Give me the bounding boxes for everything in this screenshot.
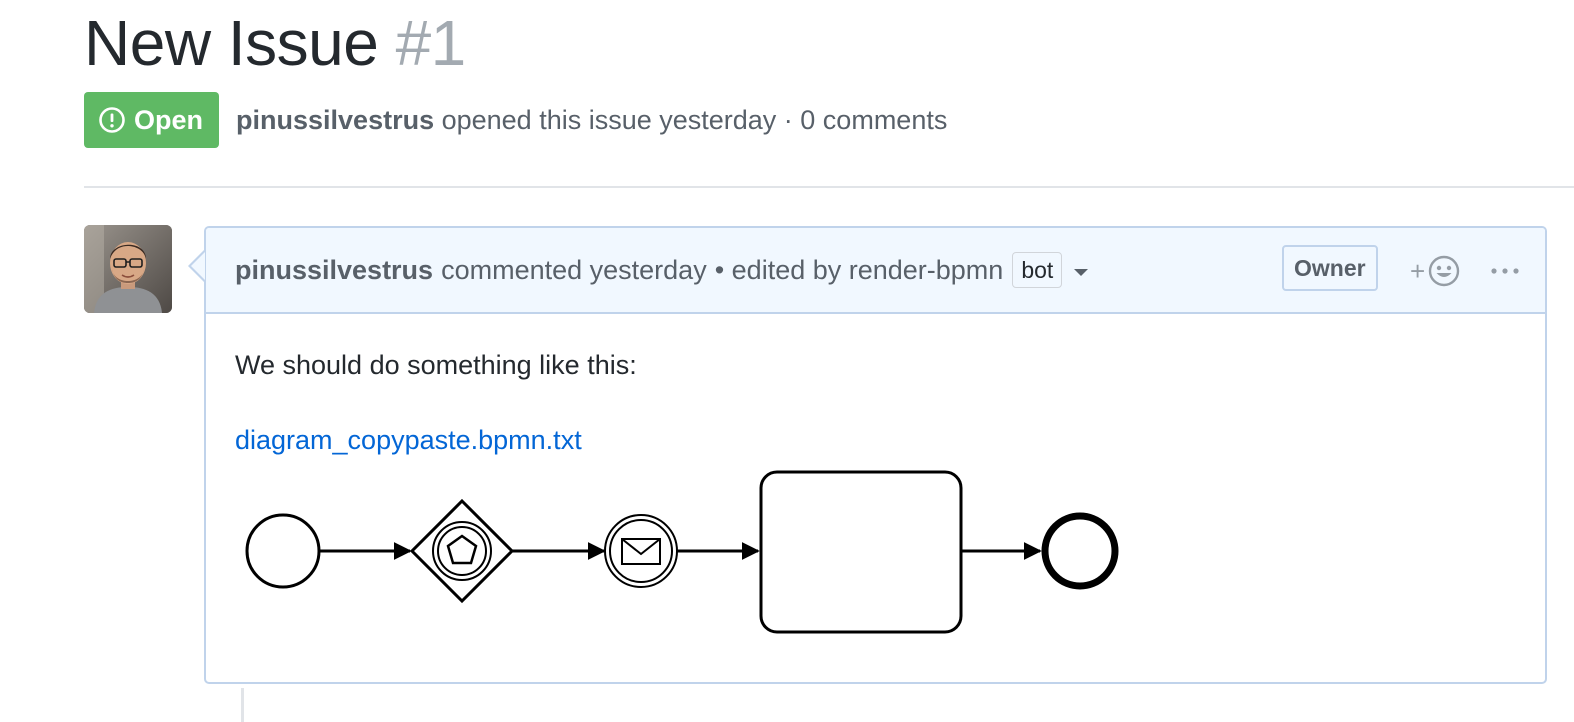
comment-body-text: We should do something like this:	[235, 350, 637, 380]
avatar[interactable]	[84, 225, 172, 313]
add-reaction-button[interactable]: +	[1410, 251, 1461, 291]
issue-page: New Issue #1 Open pinussilvestrus opened…	[0, 0, 1574, 722]
bot-badge: bot	[1012, 252, 1063, 288]
comment-timestamp[interactable]: commented yesterday	[441, 255, 707, 286]
kebab-horizontal-icon[interactable]	[1490, 256, 1520, 286]
comment-pointer-fill	[191, 252, 205, 280]
issue-meta: Open pinussilvestrus opened this issue y…	[84, 92, 947, 148]
state-badge-open: Open	[84, 92, 220, 148]
avatar-image	[84, 225, 172, 313]
header-divider	[84, 186, 1574, 188]
owner-badge: Owner	[1282, 245, 1378, 291]
smiley-icon	[1428, 255, 1460, 287]
comment-header: pinussilvestrus commented yesterday • ed…	[206, 228, 1545, 314]
timeline-connector	[241, 688, 244, 722]
edited-by-text[interactable]: • edited by render-bpmn	[715, 255, 1004, 286]
issue-author-link[interactable]: pinussilvestrus	[236, 105, 434, 135]
issue-meta-text: pinussilvestrus opened this issue yester…	[236, 105, 947, 136]
comment-header-text: pinussilvestrus commented yesterday • ed…	[235, 228, 1089, 312]
issue-meta-description: opened this issue yesterday · 0 comments	[434, 104, 948, 135]
issue-opened-icon	[99, 107, 125, 133]
plus-icon: +	[1410, 256, 1426, 286]
attachment-link[interactable]: diagram_copypaste.bpmn.txt	[235, 425, 582, 456]
comment-author-link[interactable]: pinussilvestrus	[235, 255, 433, 286]
issue-title: New Issue #1	[84, 4, 466, 82]
state-label: Open	[134, 104, 204, 135]
chevron-down-icon[interactable]	[1074, 268, 1089, 276]
issue-number: #1	[395, 7, 467, 79]
comment: pinussilvestrus commented yesterday • ed…	[204, 226, 1547, 684]
issue-title-text: New Issue	[84, 7, 379, 79]
